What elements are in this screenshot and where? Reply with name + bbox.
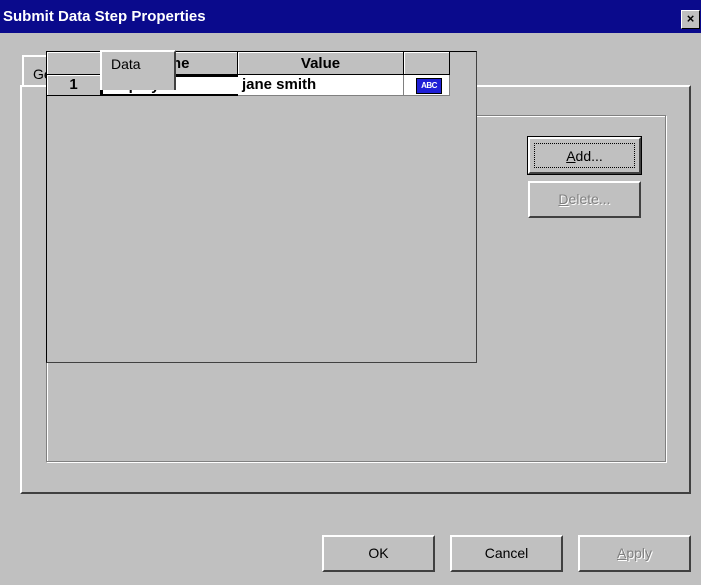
dialog-title: Submit Data Step Properties (3, 8, 206, 25)
data-grid[interactable]: Name Value 1 employee jane smith ABC (46, 51, 477, 363)
cancel-button[interactable]: Cancel (450, 535, 563, 572)
title-bar[interactable]: Submit Data Step Properties × (0, 0, 701, 33)
add-button-label: dd... (575, 148, 603, 164)
delete-button[interactable]: Delete... (528, 181, 641, 218)
add-button[interactable]: Add... (527, 136, 642, 175)
ok-button[interactable]: OK (322, 535, 435, 572)
cell-value[interactable]: jane smith (238, 75, 404, 96)
tab-data[interactable]: Data (100, 50, 176, 90)
apply-button[interactable]: Apply (578, 535, 691, 572)
column-header-type[interactable] (404, 52, 450, 75)
apply-mnemonic: A (616, 545, 627, 561)
apply-button-label: pply (626, 545, 653, 561)
tab-data-label: Data (111, 56, 141, 72)
delete-mnemonic: D (558, 191, 569, 207)
submit-data-step-properties-dialog: Submit Data Step Properties × General Da… (0, 0, 701, 585)
delete-button-label: elete... (568, 191, 611, 207)
add-button-focus: Add... (534, 143, 635, 168)
add-mnemonic: A (566, 148, 576, 164)
abc-type-icon[interactable]: ABC (416, 78, 442, 94)
close-icon[interactable]: × (681, 10, 700, 29)
row-header[interactable]: 1 (47, 75, 101, 96)
grid-corner-header[interactable] (47, 52, 101, 75)
column-header-value[interactable]: Value (238, 52, 404, 75)
